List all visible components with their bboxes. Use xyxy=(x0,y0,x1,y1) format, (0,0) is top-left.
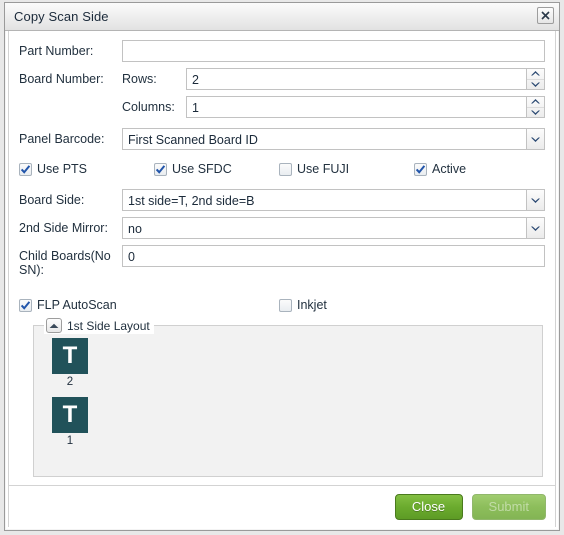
board-grid: T 2 T 1 xyxy=(34,326,542,447)
chevron-up-icon[interactable] xyxy=(46,318,62,333)
second-side-mirror-dropdown-arrow[interactable] xyxy=(526,217,545,239)
board-cell: T 1 xyxy=(52,397,542,447)
rows-spinner-down[interactable] xyxy=(527,80,544,90)
check-icon xyxy=(20,164,31,174)
close-icon[interactable] xyxy=(537,7,554,24)
row-board-number-rows: Board Number: Rows: 2 xyxy=(19,68,545,90)
row-panel-barcode: Panel Barcode: First Scanned Board ID xyxy=(19,128,545,150)
board-cell: T 2 xyxy=(52,338,542,388)
dialog-titlebar: Copy Scan Side xyxy=(5,3,559,31)
chevron-down-icon xyxy=(531,198,540,203)
columns-input[interactable]: 1 xyxy=(186,96,526,118)
columns-stepper: 1 xyxy=(186,96,545,118)
rows-label: Rows: xyxy=(122,72,157,86)
checkbox-inkjet-box xyxy=(279,298,292,312)
checkbox-row-bottom: FLP AutoScan Inkjet xyxy=(19,293,545,317)
first-side-layout-legend: 1st Side Layout xyxy=(44,317,154,334)
chevron-up-icon xyxy=(531,99,540,104)
board-side-label: Board Side: xyxy=(19,193,85,207)
columns-spinner xyxy=(526,96,545,118)
rows-spinner xyxy=(526,68,545,90)
part-number-input[interactable] xyxy=(122,40,545,62)
checkbox-flp-autoscan[interactable]: FLP AutoScan xyxy=(19,298,279,312)
checkbox-use-sfdc-box xyxy=(154,162,167,176)
columns-label: Columns: xyxy=(122,100,175,114)
rows-input[interactable]: 2 xyxy=(186,68,526,90)
first-side-layout-panel: 1st Side Layout T 2 T 1 xyxy=(33,317,543,477)
columns-spinner-down[interactable] xyxy=(527,108,544,118)
close-glyph xyxy=(541,11,550,20)
check-icon xyxy=(155,164,166,174)
rows-stepper: 2 xyxy=(186,68,545,90)
check-icon xyxy=(415,164,426,174)
chevron-up-glyph xyxy=(49,323,59,328)
checkbox-flp-autoscan-box xyxy=(19,298,32,312)
check-icon xyxy=(20,300,31,310)
close-button[interactable]: Close xyxy=(394,493,463,520)
checkbox-use-fuji[interactable]: Use FUJI xyxy=(279,162,414,176)
row-child-boards: Child Boards(No SN): 0 xyxy=(19,245,545,277)
second-side-mirror-value: no xyxy=(122,217,526,239)
chevron-down-icon xyxy=(531,137,540,142)
chevron-down-icon xyxy=(531,110,540,115)
chevron-down-icon xyxy=(531,82,540,87)
checkbox-active-box xyxy=(414,162,427,176)
rows-spinner-up[interactable] xyxy=(527,69,544,80)
dialog-footer: Close Submit xyxy=(8,485,556,527)
checkbox-use-pts[interactable]: Use PTS xyxy=(19,162,154,176)
board-number-label: Board Number: xyxy=(19,72,104,86)
board-side-dropdown-arrow[interactable] xyxy=(526,189,545,211)
checkbox-use-pts-label: Use PTS xyxy=(37,162,88,176)
board-side-select[interactable]: 1st side=T, 2nd side=B xyxy=(122,189,545,211)
row-part-number: Part Number: xyxy=(19,40,545,62)
checkbox-use-fuji-label: Use FUJI xyxy=(297,162,350,176)
board-number-spacer xyxy=(19,96,122,100)
board-tile-1[interactable]: T xyxy=(52,397,88,433)
panel-barcode-value: First Scanned Board ID xyxy=(122,128,526,150)
board-tile-side-label: T xyxy=(62,401,78,428)
chevron-down-icon xyxy=(531,226,540,231)
panel-barcode-label: Panel Barcode: xyxy=(19,132,105,146)
panel-barcode-dropdown-arrow[interactable] xyxy=(526,128,545,150)
board-tile-2[interactable]: T xyxy=(52,338,88,374)
first-side-layout-title: 1st Side Layout xyxy=(67,318,150,333)
board-tile-side-label: T xyxy=(62,342,78,369)
child-boards-input[interactable]: 0 xyxy=(122,245,545,267)
board-side-value: 1st side=T, 2nd side=B xyxy=(122,189,526,211)
row-board-side: Board Side: 1st side=T, 2nd side=B xyxy=(19,189,545,211)
second-side-mirror-select[interactable]: no xyxy=(122,217,545,239)
checkbox-use-sfdc[interactable]: Use SFDC xyxy=(154,162,279,176)
part-number-label: Part Number: xyxy=(19,44,94,58)
chevron-up-icon xyxy=(531,71,540,76)
checkbox-active-label: Active xyxy=(432,162,467,176)
row-second-side-mirror: 2nd Side Mirror: no xyxy=(19,217,545,239)
board-number-label-2: 2 xyxy=(66,376,74,388)
row-columns: Columns: 1 xyxy=(19,96,545,118)
checkbox-inkjet[interactable]: Inkjet xyxy=(279,298,327,312)
child-boards-label: Child Boards(No SN): xyxy=(19,249,111,277)
checkbox-inkjet-label: Inkjet xyxy=(297,298,327,312)
checkbox-use-sfdc-label: Use SFDC xyxy=(172,162,232,176)
dialog-title: Copy Scan Side xyxy=(14,9,109,24)
checkbox-active[interactable]: Active xyxy=(414,162,466,176)
submit-button[interactable]: Submit xyxy=(471,493,546,520)
second-side-mirror-label: 2nd Side Mirror: xyxy=(19,221,108,235)
checkbox-use-pts-box xyxy=(19,162,32,176)
dialog-body: Part Number: Board Number: Rows: 2 Colum… xyxy=(8,31,556,485)
columns-spinner-up[interactable] xyxy=(527,97,544,108)
panel-barcode-select[interactable]: First Scanned Board ID xyxy=(122,128,545,150)
board-number-label-1: 1 xyxy=(66,435,74,447)
checkbox-flp-autoscan-label: FLP AutoScan xyxy=(37,298,117,312)
checkbox-row-top: Use PTS Use SFDC Use FUJI Active xyxy=(19,157,545,181)
checkbox-use-fuji-box xyxy=(279,162,292,176)
copy-scan-side-dialog: Copy Scan Side Part Number: Board Number… xyxy=(4,2,560,531)
